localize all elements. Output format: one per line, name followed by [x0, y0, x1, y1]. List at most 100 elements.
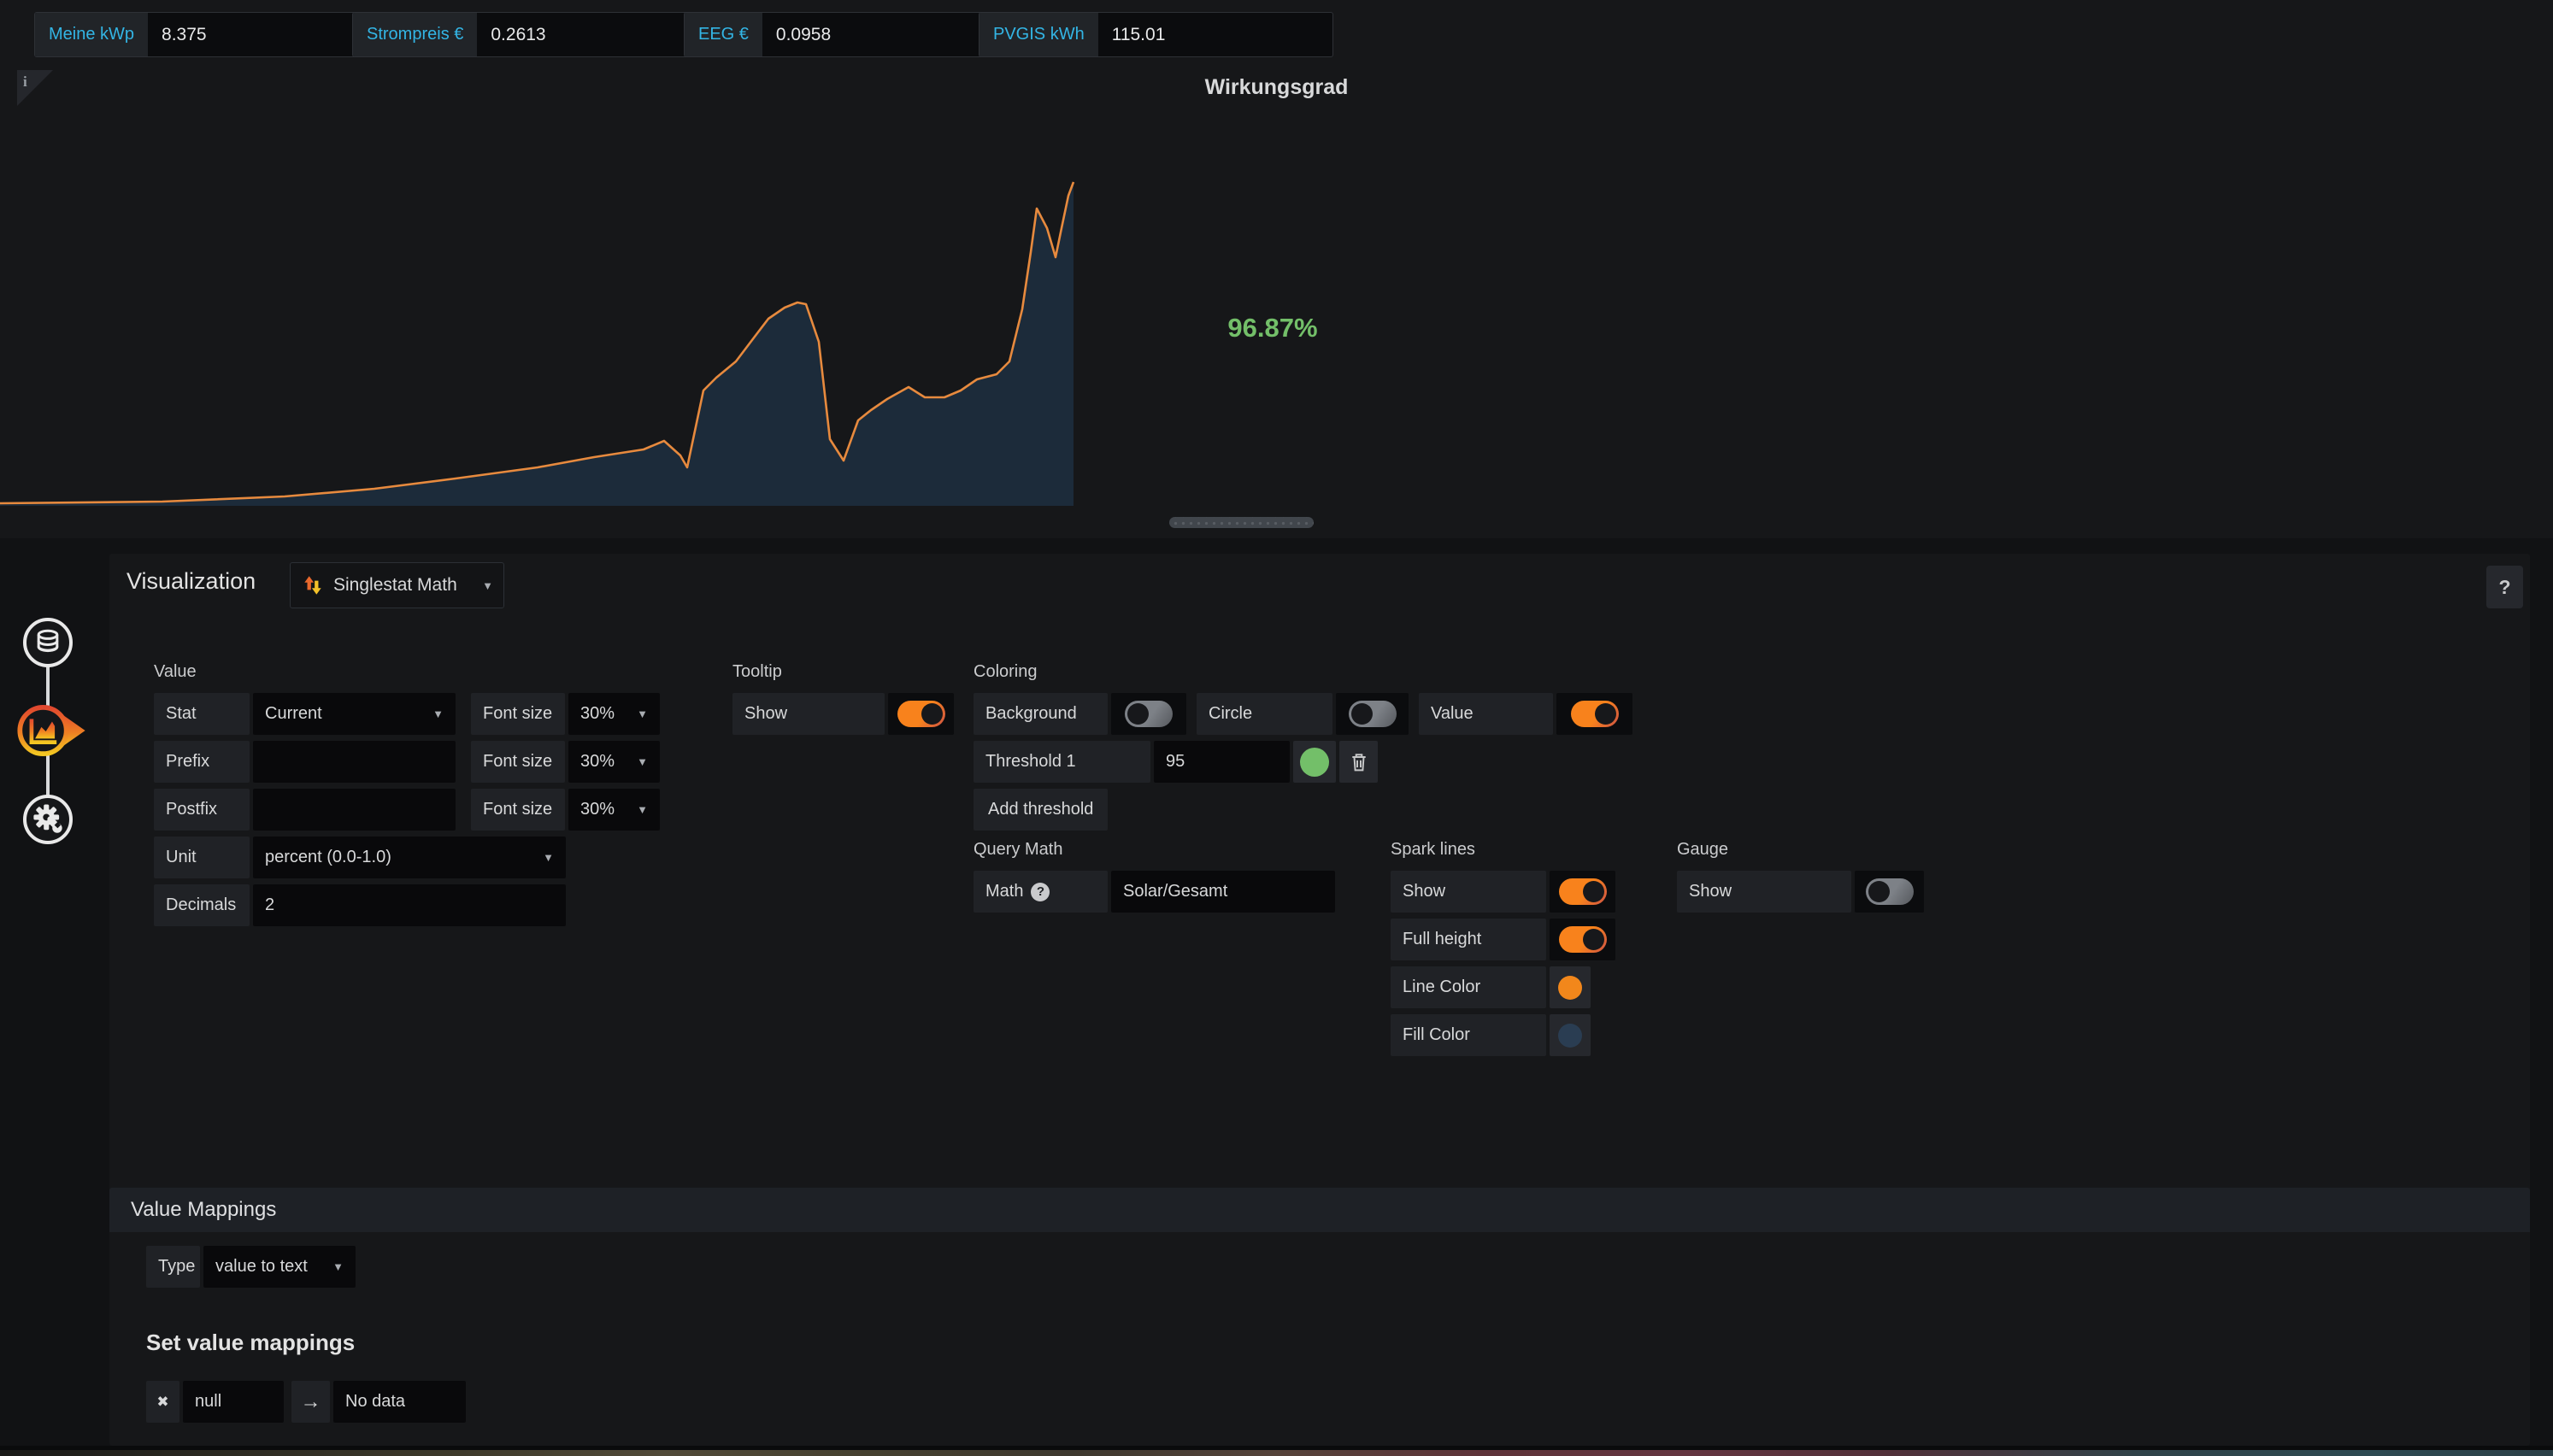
value-mappings-title: Value Mappings — [131, 1198, 276, 1221]
plugin-icon — [301, 573, 325, 597]
chevron-down-icon: ▼ — [637, 707, 648, 720]
tooltip-show-toggle[interactable] — [888, 693, 954, 735]
unit-label: Unit — [154, 837, 250, 878]
unit-select-value: percent (0.0-1.0) — [265, 848, 391, 867]
fontsize-select-value: 30% — [580, 704, 615, 724]
var-input-meine-kwp[interactable] — [148, 13, 380, 56]
chevron-down-icon: ▼ — [543, 851, 554, 864]
tab-visualization-active[interactable] — [14, 701, 92, 760]
grafana-panel-editor: Meine kWp Strompreis € EEG € PVGIS kWh i… — [0, 0, 2553, 1456]
postfix-label: Postfix — [154, 789, 250, 831]
tab-general[interactable] — [23, 795, 73, 844]
section-query-math: Query Math Math? — [974, 840, 1335, 919]
section-title: Coloring — [974, 662, 1632, 682]
help-circle-icon[interactable]: ? — [1031, 883, 1050, 901]
math-expression-input[interactable] — [1111, 871, 1335, 913]
value-mappings-header: Value Mappings — [109, 1188, 2530, 1232]
stat-select[interactable]: Current ▼ — [253, 693, 456, 735]
line-color-dot — [1558, 976, 1582, 1000]
toggle-icon — [897, 701, 945, 727]
background-toggle[interactable] — [1111, 693, 1186, 735]
var-label: Strompreis € — [353, 13, 477, 56]
help-button[interactable]: ? — [2486, 566, 2523, 608]
sparkline-fill — [0, 182, 1074, 506]
section-title: Gauge — [1677, 840, 1924, 860]
section-title: Tooltip — [732, 662, 954, 682]
plugin-name: Singlestat Math — [333, 575, 472, 596]
prefix-input[interactable] — [253, 741, 456, 783]
value-color-label: Value — [1419, 693, 1553, 735]
section-gauge: Gauge Show — [1677, 840, 1924, 919]
var-group-pvgis: PVGIS kWh — [979, 12, 1333, 57]
var-group-eeg: EEG € — [684, 12, 997, 57]
prefix-label: Prefix — [154, 741, 250, 783]
decimals-input[interactable] — [253, 884, 566, 926]
fontsize-label: Font size — [471, 789, 565, 831]
chevron-down-icon: ▼ — [637, 803, 648, 816]
toggle-icon — [1571, 701, 1619, 727]
add-threshold-button[interactable]: Add threshold — [974, 789, 1108, 831]
var-input-eeg[interactable] — [762, 13, 997, 56]
gear-wrench-icon — [30, 801, 66, 837]
threshold-color-picker[interactable] — [1293, 741, 1336, 783]
mapping-row: ✖ → — [146, 1381, 466, 1429]
chevron-down-icon: ▼ — [332, 1260, 344, 1273]
gauge-show-label: Show — [1677, 871, 1851, 913]
fontsize-select-value: 30% — [580, 752, 615, 772]
threshold-input[interactable] — [1154, 741, 1290, 783]
fill-color-label: Fill Color — [1391, 1014, 1546, 1056]
section-tooltip: Tooltip Show — [732, 662, 954, 741]
panel-resize-handle[interactable] — [1169, 517, 1314, 528]
mapping-type-value: value to text — [215, 1257, 308, 1277]
var-group-strompreis: Strompreis € — [352, 12, 710, 57]
mapping-arrow: → — [291, 1381, 330, 1423]
trash-icon — [1350, 751, 1368, 772]
editor-section-title: Visualization — [126, 568, 256, 595]
mapping-to-input[interactable] — [333, 1381, 466, 1423]
circle-label: Circle — [1197, 693, 1332, 735]
chevron-down-icon: ▼ — [482, 579, 493, 592]
visualization-editor-card: Visualization Singlestat Math ▼ ? Value … — [109, 554, 2530, 1446]
section-title: Value — [154, 662, 660, 682]
decimals-label: Decimals — [154, 884, 250, 926]
fill-color-picker[interactable] — [1550, 1014, 1591, 1056]
mapping-type-row: Type value to text ▼ — [146, 1246, 356, 1294]
var-input-pvgis[interactable] — [1098, 13, 1332, 56]
unit-select[interactable]: percent (0.0-1.0) ▼ — [253, 837, 566, 878]
section-title: Query Math — [974, 840, 1335, 860]
fill-color-dot — [1558, 1024, 1582, 1048]
fontsize-select[interactable]: 30% ▼ — [568, 693, 660, 735]
mapping-type-select[interactable]: value to text ▼ — [203, 1246, 356, 1288]
var-label: Meine kWp — [35, 13, 148, 56]
threshold-delete-button[interactable] — [1339, 741, 1378, 783]
full-height-toggle[interactable] — [1550, 919, 1615, 960]
toggle-icon — [1349, 701, 1397, 727]
threshold-color-dot — [1300, 748, 1329, 777]
circle-toggle[interactable] — [1336, 693, 1409, 735]
var-input-strompreis[interactable] — [477, 13, 709, 56]
tab-queries[interactable] — [23, 618, 73, 667]
value-color-toggle[interactable] — [1556, 693, 1632, 735]
prefix-fontsize-select[interactable]: 30% ▼ — [568, 741, 660, 783]
arrow-right-icon: → — [301, 1390, 321, 1413]
postfix-fontsize-select[interactable]: 30% ▼ — [568, 789, 660, 831]
database-icon — [31, 625, 65, 660]
line-color-label: Line Color — [1391, 966, 1546, 1008]
remove-mapping-button[interactable]: ✖ — [146, 1381, 179, 1423]
toggle-icon — [1866, 878, 1914, 905]
fontsize-label: Font size — [471, 741, 565, 783]
mapping-from-input[interactable] — [183, 1381, 284, 1423]
chevron-down-icon: ▼ — [637, 755, 648, 768]
gauge-show-toggle[interactable] — [1855, 871, 1924, 913]
plugin-picker[interactable]: Singlestat Math ▼ — [290, 562, 504, 608]
section-spark-lines: Spark lines Show Full height Line Color — [1391, 840, 1615, 1062]
postfix-input[interactable] — [253, 789, 456, 831]
toggle-icon — [1559, 878, 1607, 905]
line-color-picker[interactable] — [1550, 966, 1591, 1008]
next-row-peek — [0, 1450, 2553, 1456]
section-title: Spark lines — [1391, 840, 1615, 860]
var-group-meine-kwp: Meine kWp — [34, 12, 381, 57]
sparkline-show-toggle[interactable] — [1550, 871, 1615, 913]
chevron-down-icon: ▼ — [432, 707, 444, 720]
var-label: EEG € — [685, 13, 762, 56]
